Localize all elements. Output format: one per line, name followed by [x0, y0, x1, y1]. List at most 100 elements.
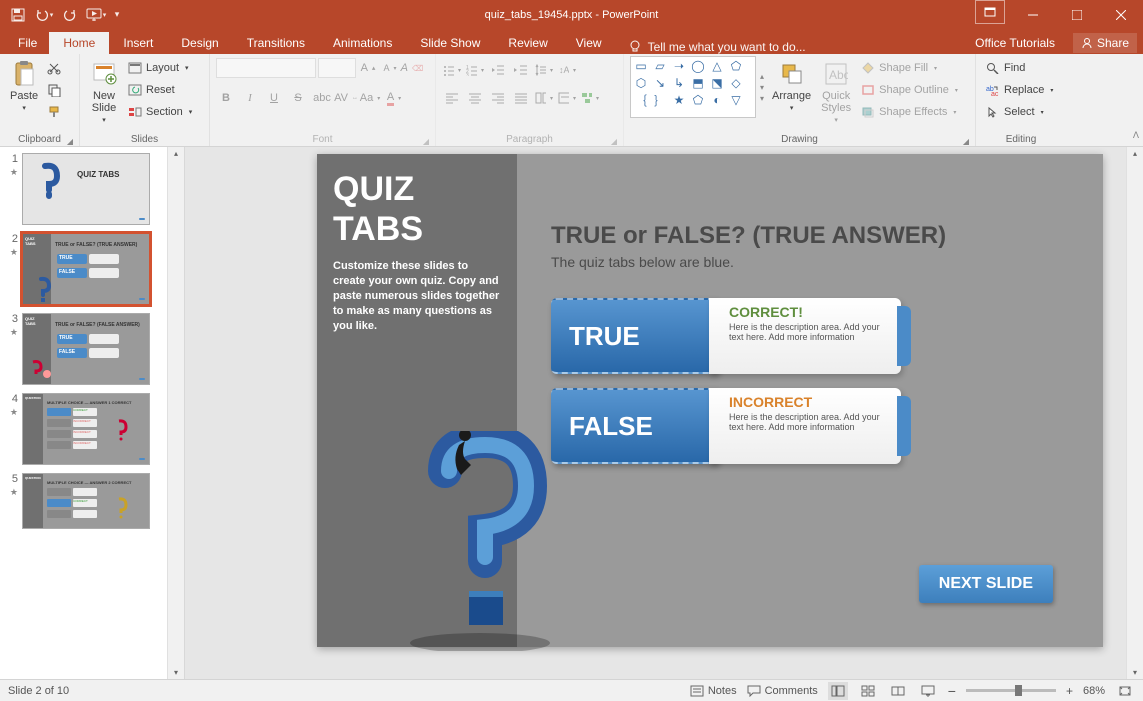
zoom-out-button[interactable]: − — [948, 683, 956, 699]
minimize-button[interactable] — [1011, 0, 1055, 29]
change-case-button[interactable]: Aa▾ — [360, 88, 380, 108]
increase-font-button[interactable]: A▴ — [358, 58, 378, 78]
font-size-combo[interactable] — [318, 58, 356, 78]
save-button[interactable] — [6, 3, 30, 27]
italic-button[interactable]: I — [240, 88, 260, 108]
section-button[interactable]: Section▾ — [124, 102, 196, 122]
tab-home[interactable]: Home — [49, 32, 109, 54]
start-slideshow-button[interactable]: ▾ — [84, 3, 108, 27]
shape-fill-button[interactable]: Shape Fill▾ — [857, 58, 962, 78]
cut-button[interactable] — [44, 58, 64, 78]
bullets-button[interactable]: ▾ — [442, 60, 462, 80]
find-button[interactable]: Find — [982, 58, 1060, 78]
bold-button[interactable]: B — [216, 88, 236, 108]
zoom-in-button[interactable]: + — [1066, 684, 1073, 698]
thumb-5[interactable]: 5★ QUESTION MULTIPLE CHOICE — ANSWER 2 C… — [0, 467, 184, 529]
collapse-ribbon-button[interactable]: ᐱ — [1133, 130, 1139, 141]
svg-text:ac: ac — [991, 91, 999, 96]
fit-to-window-button[interactable] — [1115, 682, 1135, 700]
tab-view[interactable]: View — [562, 32, 616, 54]
thumb-4[interactable]: 4★ QUESTION MULTIPLE CHOICE — ANSWER 1 C… — [0, 387, 184, 467]
close-button[interactable] — [1099, 0, 1143, 29]
paste-button[interactable]: Paste ▾ — [6, 56, 42, 112]
drawing-dialog-launcher[interactable]: ◢ — [963, 137, 969, 146]
slideshow-view-button[interactable] — [918, 682, 938, 700]
share-button[interactable]: Share — [1073, 33, 1137, 53]
arrange-label: Arrange — [772, 90, 811, 102]
slide-sorter-view-button[interactable] — [858, 682, 878, 700]
comments-button[interactable]: Comments — [747, 685, 818, 697]
columns-button[interactable]: ▾ — [534, 88, 554, 108]
slide-counter[interactable]: Slide 2 of 10 — [8, 685, 69, 697]
text-shadow-button[interactable]: abc — [312, 88, 332, 108]
replace-button[interactable]: abacReplace▾ — [982, 80, 1060, 100]
thumb-1[interactable]: 1★ QUIZ TABS — [0, 147, 184, 227]
shapes-more-button[interactable]: ▾ — [760, 94, 764, 103]
clear-formatting-button[interactable]: A⌫ — [402, 58, 422, 78]
tab-animations[interactable]: Animations — [319, 32, 406, 54]
clipboard-dialog-launcher[interactable]: ◢ — [67, 137, 73, 146]
smartart-button[interactable]: ▾ — [580, 88, 600, 108]
text-direction-button[interactable]: ↕A▾ — [557, 60, 577, 80]
align-left-button[interactable] — [442, 88, 462, 108]
tab-file[interactable]: File — [6, 32, 49, 54]
tab-insert[interactable]: Insert — [109, 32, 167, 54]
format-painter-button[interactable] — [44, 102, 64, 122]
thumbnails-scrollbar[interactable]: ▴▾ — [167, 147, 184, 679]
justify-button[interactable] — [511, 88, 531, 108]
shapes-gallery[interactable]: ▭▱➝◯△⬠ ⬡↘↳⬒⬔◇ ｛｝★⬠◐▽ — [630, 56, 756, 118]
ribbon-display-options-button[interactable] — [975, 0, 1005, 24]
slide[interactable]: QUIZ TABS Customize these slides to crea… — [317, 154, 1103, 647]
tell-me-search[interactable]: Tell me what you want to do... — [628, 40, 806, 54]
office-tutorials-link[interactable]: Office Tutorials — [961, 32, 1069, 54]
redo-button[interactable] — [58, 3, 82, 27]
thumb-2[interactable]: 2★ QUIZTABS TRUE or FALSE? (TRUE ANSWER)… — [0, 227, 184, 307]
thumb-3[interactable]: 3★ QUIZTABS TRUE or FALSE? (FALSE ANSWER… — [0, 307, 184, 387]
tab-design[interactable]: Design — [167, 32, 232, 54]
tab-slideshow[interactable]: Slide Show — [406, 32, 494, 54]
slide-canvas-area[interactable]: QUIZ TABS Customize these slides to crea… — [185, 147, 1143, 679]
line-spacing-button[interactable]: ▾ — [534, 60, 554, 80]
shape-outline-button[interactable]: Shape Outline▾ — [857, 80, 962, 100]
align-right-button[interactable] — [488, 88, 508, 108]
align-text-button[interactable]: ▾ — [557, 88, 577, 108]
quick-styles-button[interactable]: Abc Quick Styles▾ — [817, 56, 855, 124]
share-icon — [1081, 37, 1093, 49]
numbering-button[interactable]: 123▾ — [465, 60, 485, 80]
layout-button[interactable]: Layout▾ — [124, 58, 196, 78]
arrange-button[interactable]: Arrange▾ — [768, 56, 815, 112]
maximize-button[interactable] — [1055, 0, 1099, 29]
notes-button[interactable]: Notes — [690, 685, 737, 697]
answer-false: FALSE INCORRECT Here is the description … — [551, 388, 901, 464]
copy-button[interactable] — [44, 80, 64, 100]
zoom-level[interactable]: 68% — [1083, 685, 1105, 697]
underline-button[interactable]: U — [264, 88, 284, 108]
decrease-font-button[interactable]: A▾ — [380, 58, 400, 78]
align-center-button[interactable] — [465, 88, 485, 108]
font-name-combo[interactable] — [216, 58, 316, 78]
font-color-button[interactable]: A▾ — [384, 88, 404, 108]
shapes-scroll-up[interactable]: ▴ — [760, 72, 764, 81]
char-spacing-button[interactable]: AV↔ — [336, 88, 356, 108]
paragraph-dialog-launcher[interactable]: ◢ — [611, 137, 617, 146]
normal-view-button[interactable] — [828, 682, 848, 700]
new-slide-button[interactable]: New Slide▾ — [86, 56, 122, 124]
decrease-indent-button[interactable] — [488, 60, 508, 80]
group-font: A▴ A▾ A⌫ B I U S abc AV↔ Aa▾ A▾ Font◢ — [210, 54, 436, 146]
strikethrough-button[interactable]: S — [288, 88, 308, 108]
zoom-slider[interactable] — [966, 689, 1056, 692]
undo-button[interactable]: ▾ — [32, 3, 56, 27]
customize-qat-button[interactable]: ▾ — [110, 3, 124, 27]
increase-indent-button[interactable] — [511, 60, 531, 80]
slide-title-1: QUIZ — [317, 154, 517, 212]
tab-review[interactable]: Review — [494, 32, 561, 54]
font-dialog-launcher[interactable]: ◢ — [423, 137, 429, 146]
group-paragraph: ▾ 123▾ ▾ ↕A▾ ▾ ▾ ▾ Paragraph◢ — [436, 54, 624, 146]
shape-effects-button[interactable]: Shape Effects▾ — [857, 102, 962, 122]
select-button[interactable]: Select▾ — [982, 102, 1060, 122]
reset-button[interactable]: Reset — [124, 80, 196, 100]
shapes-scroll-down[interactable]: ▾ — [760, 83, 764, 92]
canvas-scrollbar[interactable]: ▴▾ — [1126, 147, 1143, 679]
tab-transitions[interactable]: Transitions — [233, 32, 319, 54]
reading-view-button[interactable] — [888, 682, 908, 700]
